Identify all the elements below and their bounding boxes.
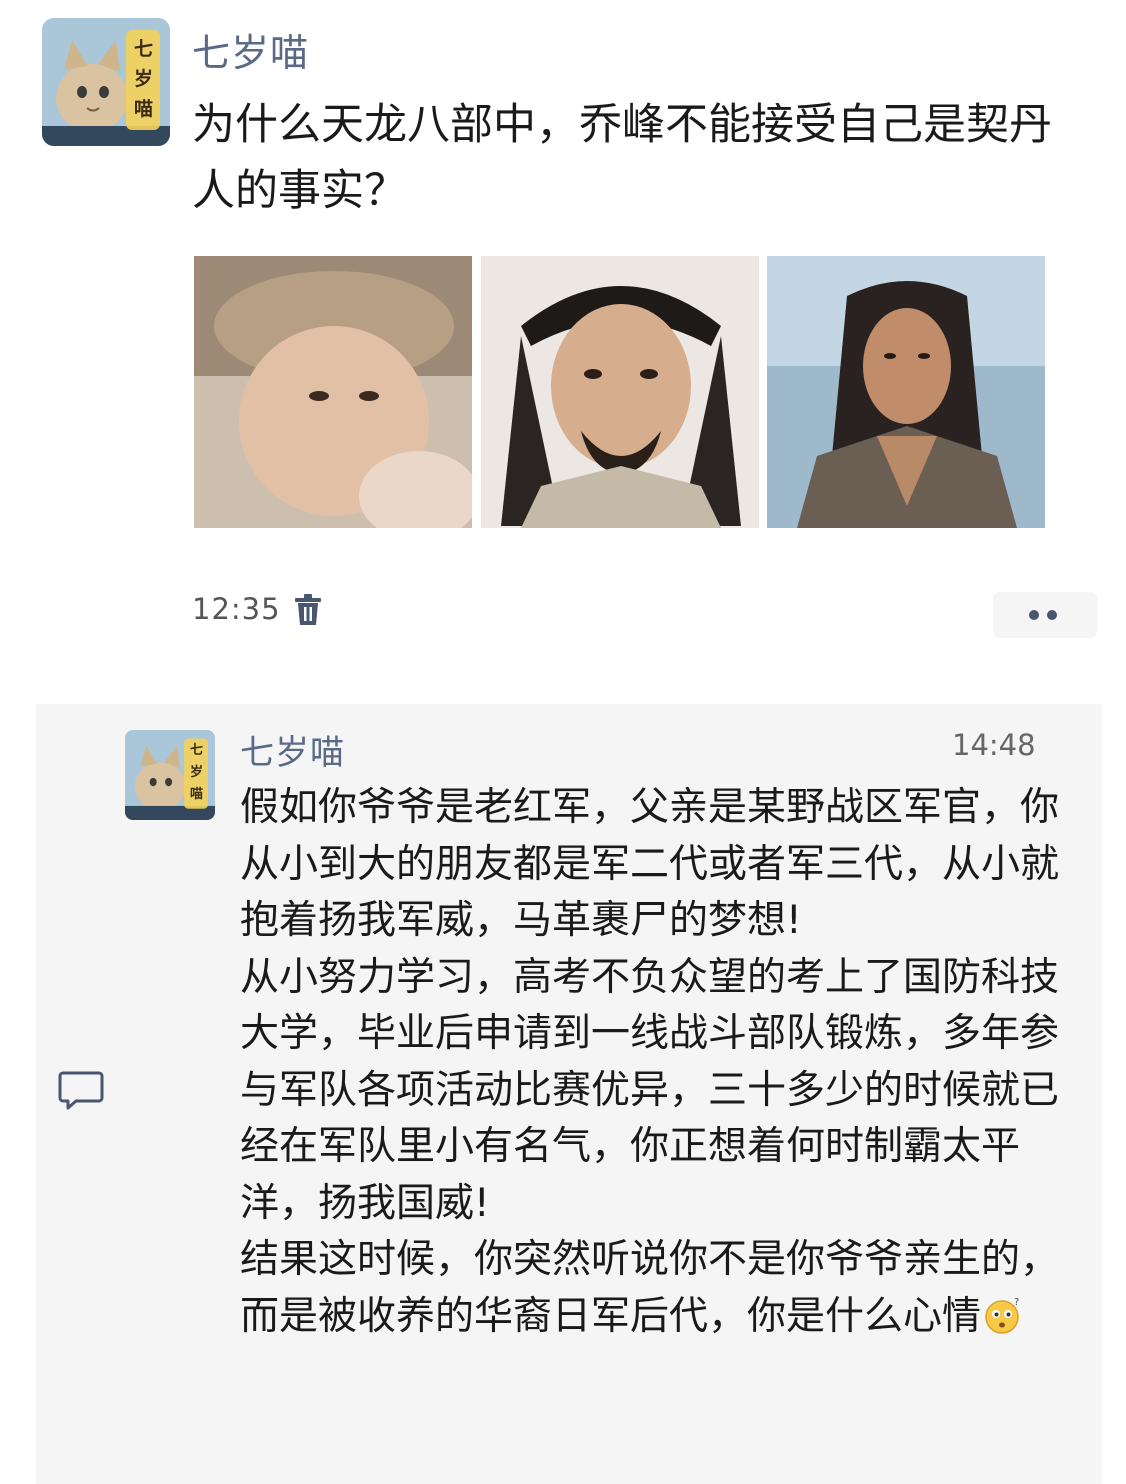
comment-text: 假如你爷爷是老红军，父亲是某野战区军官，你从小到大的朋友都是军二代或者军三代，从…	[240, 780, 1060, 1345]
more-options-button[interactable]	[993, 592, 1097, 638]
comment-author-avatar[interactable]: 七岁喵	[125, 730, 215, 820]
avatar-caption: 七岁喵	[134, 38, 154, 120]
thinking-emoji-icon: ?	[983, 1295, 1023, 1335]
more-dots-icon	[1047, 610, 1057, 620]
post-question-text: 为什么天龙八部中，乔峰不能接受自己是契丹人的事实？	[192, 100, 1052, 216]
post-author-avatar[interactable]: 七岁喵	[42, 18, 170, 146]
comment-icon[interactable]	[58, 1070, 104, 1110]
post-author-name[interactable]: 七岁喵	[192, 22, 309, 77]
comment-timestamp: 14:48	[952, 728, 1036, 762]
more-dots-icon	[1029, 610, 1039, 620]
post-timestamp: 12:35	[192, 592, 281, 626]
comment-paragraph: 结果这时候，你突然听说你不是你爷爷亲生的，而是被收养的华裔日军后代，你是什么心情…	[240, 1237, 1060, 1339]
comment-paragraph: 从小努力学习，高考不负众望的考上了国防科技大学，毕业后申请到一线战斗部队锻炼，多…	[240, 954, 1060, 1226]
post-image-2[interactable]	[481, 256, 759, 528]
comment-paragraph: 假如你爷爷是老红军，父亲是某野战区军官，你从小到大的朋友都是军二代或者军三代，从…	[240, 785, 1060, 943]
avatar-caption: 七岁喵	[190, 743, 204, 802]
trash-icon[interactable]	[293, 594, 323, 626]
post-image-3[interactable]	[767, 256, 1045, 528]
post-image-1[interactable]	[194, 256, 472, 528]
svg-text:?: ?	[1014, 1297, 1019, 1308]
comment-author-name[interactable]: 七岁喵	[240, 725, 345, 774]
